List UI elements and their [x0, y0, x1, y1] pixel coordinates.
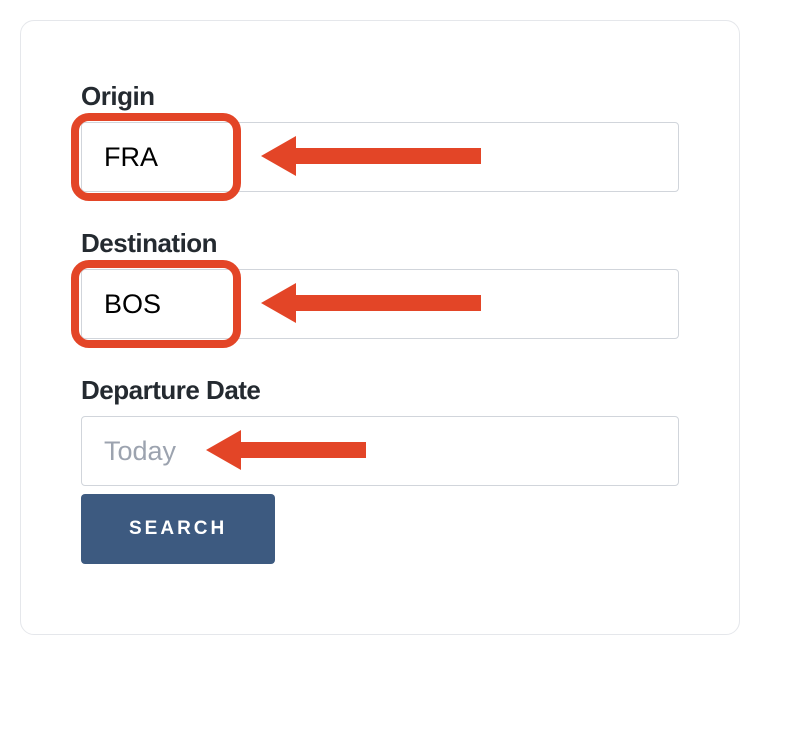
- departure-label: Departure Date: [81, 375, 679, 406]
- departure-input[interactable]: [81, 416, 679, 486]
- search-button[interactable]: SEARCH: [81, 494, 275, 564]
- departure-field-group: Departure Date: [81, 375, 679, 486]
- search-form-card: Origin Destination Departure Date SEARCH: [20, 20, 740, 635]
- destination-input[interactable]: [81, 269, 679, 339]
- destination-field-group: Destination: [81, 228, 679, 339]
- origin-label: Origin: [81, 81, 679, 112]
- origin-input[interactable]: [81, 122, 679, 192]
- origin-field-group: Origin: [81, 81, 679, 192]
- destination-label: Destination: [81, 228, 679, 259]
